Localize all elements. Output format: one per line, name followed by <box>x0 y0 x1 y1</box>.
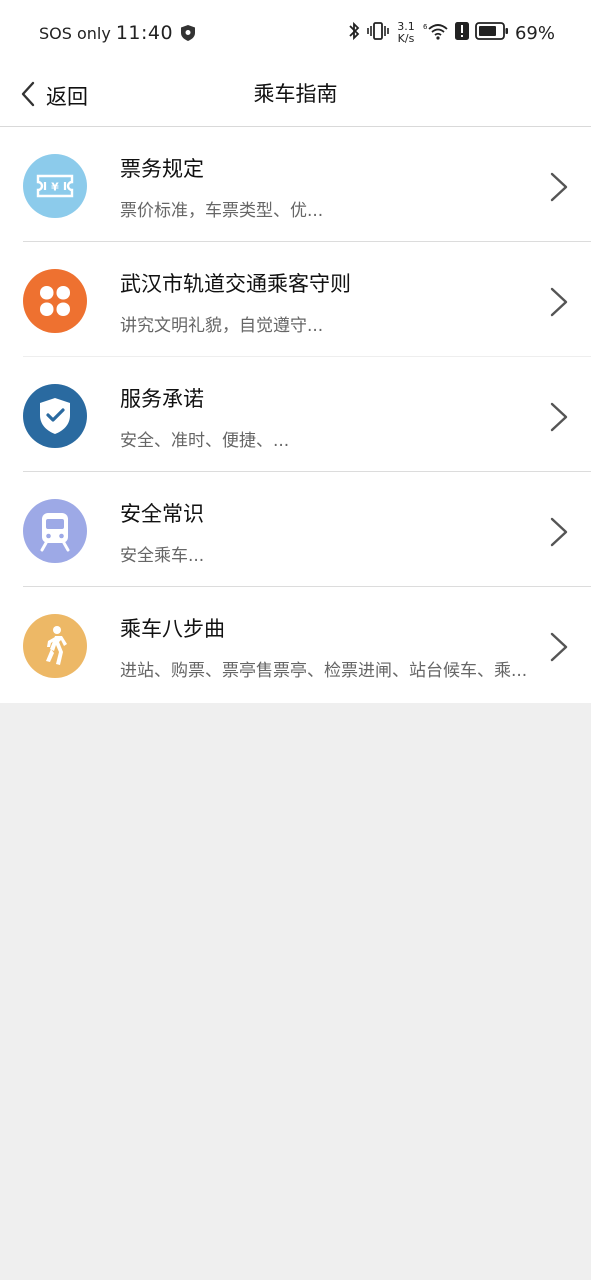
nav-bar: 返回 乘车指南 <box>0 66 591 126</box>
clover-icon-badge <box>23 269 87 333</box>
status-bar: SOS only 11:40 3.1 K/s 6 69% <box>0 0 591 66</box>
chevron-right-icon <box>550 172 568 202</box>
item-subtitle: 讲究文明礼貌，自觉遵守... <box>120 316 324 336</box>
top-area: SOS only 11:40 3.1 K/s 6 69% 返回 乘车指南 <box>0 0 591 127</box>
battery-icon <box>475 22 509 44</box>
item-subtitle: 进站、购票、票亭售票亭、检票进闸、站台候车、乘... <box>120 661 528 681</box>
train-icon <box>40 513 70 552</box>
shield-check-icon <box>40 398 70 434</box>
walking-person-icon <box>46 626 67 665</box>
status-left: SOS only 11:40 <box>39 20 196 46</box>
guide-list: ¥ 票务规定 票价标准，车票类型、优... 武汉市轨道交通乘客守则 讲究文明礼貌… <box>0 127 591 703</box>
shield-check-icon-badge <box>23 384 87 448</box>
chevron-right-icon <box>550 402 568 432</box>
page-title: 乘车指南 <box>253 82 338 106</box>
item-title: 武汉市轨道交通乘客守则 <box>120 272 351 296</box>
walking-person-icon-badge <box>23 614 87 678</box>
chevron-right-icon <box>550 517 568 547</box>
list-item-safety-knowledge[interactable]: 安全常识 安全乘车... <box>0 472 591 587</box>
item-subtitle: 票价标准，车票类型、优... <box>120 201 324 221</box>
list-item-ticket-rules[interactable]: ¥ 票务规定 票价标准，车票类型、优... <box>0 127 591 242</box>
clover-icon <box>40 286 70 316</box>
wifi-icon: 6 <box>423 21 449 45</box>
bluetooth-icon <box>347 21 361 45</box>
item-subtitle: 安全乘车... <box>120 546 205 566</box>
alert-icon <box>454 22 469 44</box>
item-title: 服务承诺 <box>120 387 204 411</box>
ticket-icon-badge: ¥ <box>23 154 87 218</box>
carrier-text: SOS only <box>39 23 111 43</box>
vpn-shield-icon <box>181 25 196 41</box>
svg-text:¥: ¥ <box>51 181 59 194</box>
status-right: 3.1 K/s 6 69% <box>347 19 555 47</box>
list-item-eight-steps[interactable]: 乘车八步曲 进站、购票、票亭售票亭、检票进闸、站台候车、乘... <box>0 587 591 703</box>
vibrate-icon <box>367 21 389 45</box>
item-title: 乘车八步曲 <box>120 617 225 641</box>
item-title: 票务规定 <box>120 157 204 181</box>
item-subtitle: 安全、准时、便捷、... <box>120 431 290 451</box>
clock: 11:40 <box>115 22 174 44</box>
train-icon-badge <box>23 499 87 563</box>
item-title: 安全常识 <box>120 502 204 526</box>
network-speed: 3.1 K/s <box>395 21 417 45</box>
ticket-icon: ¥ <box>36 174 74 198</box>
list-item-service-promise[interactable]: 服务承诺 安全、准时、便捷、... <box>0 357 591 472</box>
chevron-right-icon <box>550 287 568 317</box>
list-item-passenger-code[interactable]: 武汉市轨道交通乘客守则 讲究文明礼貌，自觉遵守... <box>0 242 591 357</box>
svg-text:6: 6 <box>423 23 428 31</box>
battery-percent: 69% <box>514 22 555 44</box>
speed-unit: K/s <box>397 32 415 45</box>
chevron-right-icon <box>550 632 568 662</box>
